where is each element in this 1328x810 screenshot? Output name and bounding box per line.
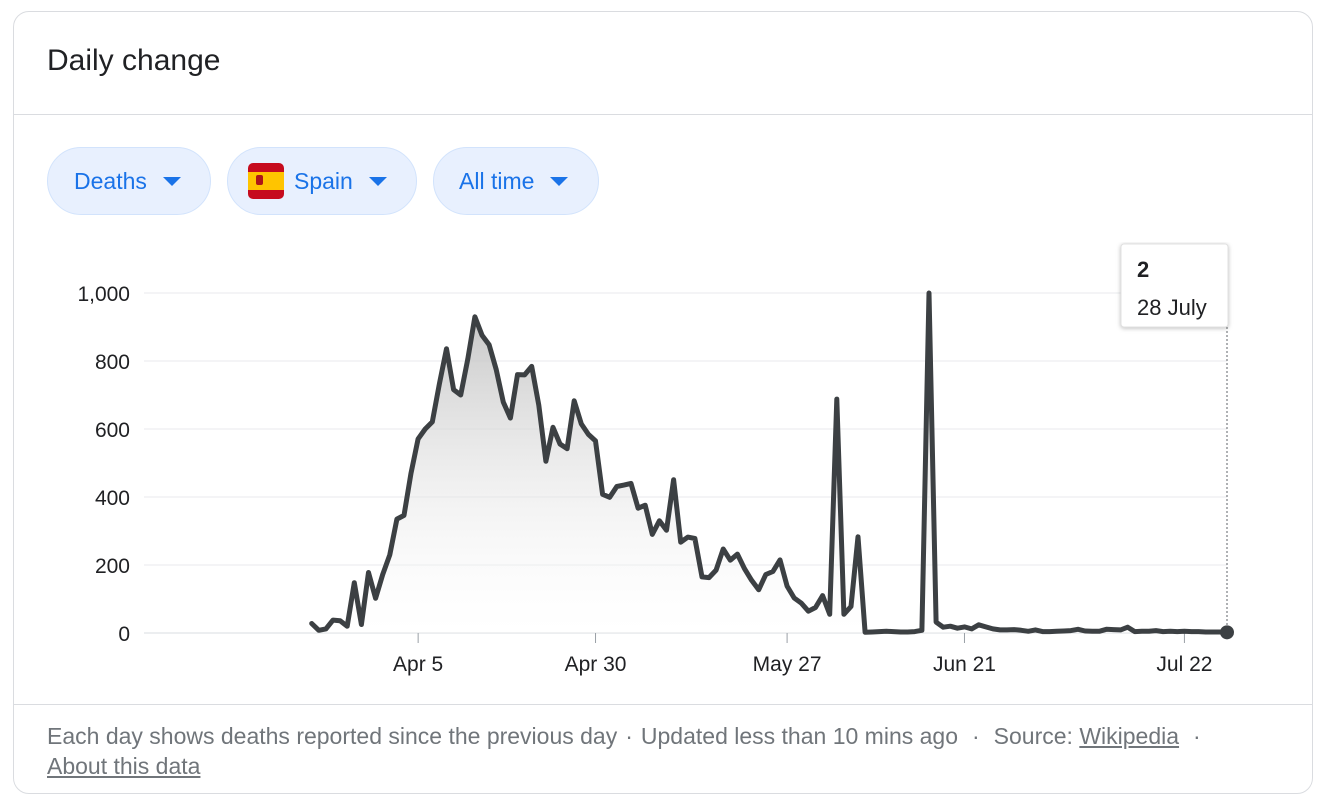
x-tick-label: May 27 [753,653,822,676]
tooltip-value: 2 [1137,257,1149,282]
about-this-data-link[interactable]: About this data [47,753,200,779]
tooltip: 2 28 July [1120,243,1229,328]
metric-dropdown[interactable]: Deaths [47,147,211,215]
y-tick-label: 0 [118,623,130,646]
tooltip-date: 28 July [1137,295,1207,320]
footer-text: Each day shows deaths reported since the… [47,721,1277,781]
footer-separator: · [972,723,980,749]
chart-area[interactable]: 0 200 400 600 800 1,000 Apr 5 Apr 30 May 27 Jun … [14,242,1313,702]
spain-flag-icon [248,163,284,199]
caret-down-icon [162,176,181,186]
hover-point[interactable] [1220,625,1234,640]
caret-down-icon [368,176,387,186]
x-tick-label: Apr 5 [393,653,443,676]
metric-dropdown-label: Deaths [74,167,147,194]
y-tick-label: 200 [95,555,130,578]
x-tick-label: Apr 30 [565,653,627,676]
country-dropdown[interactable]: Spain [227,147,417,215]
time-range-dropdown[interactable]: All time [433,147,599,215]
country-dropdown-label: Spain [294,167,353,194]
time-range-dropdown-label: All time [459,167,535,194]
footer-separator: · [1193,723,1201,749]
daily-deaths-chart[interactable]: 0 200 400 600 800 1,000 Apr 5 Apr 30 May 27 Jun … [14,242,1313,702]
y-tick-label: 1,000 [77,283,130,306]
footer-source-label: Source: [993,723,1073,749]
card-title: Daily change [47,44,221,77]
footer-description: Each day shows deaths reported since the… [47,723,618,749]
y-tick-label: 800 [95,351,130,374]
y-tick-label: 600 [95,419,130,442]
caret-down-icon [550,176,569,186]
card-footer: Each day shows deaths reported since the… [14,704,1312,793]
y-tick-label: 400 [95,487,130,510]
wikipedia-link[interactable]: Wikipedia [1079,723,1179,749]
footer-updated: Updated less than 10 mins ago [640,723,958,749]
x-tick-label: Jul 22 [1156,653,1212,676]
card-header: Daily change [14,12,1312,115]
x-axis: Apr 5 Apr 30 May 27 Jun 21 Jul 22 [393,633,1212,676]
x-tick-label: Jun 21 [933,653,996,676]
y-axis: 0 200 400 600 800 1,000 [77,283,130,646]
series-area [311,293,1227,633]
footer-separator: · [625,723,633,749]
daily-change-card: Daily change Deaths Spain All time 0 200… [13,11,1313,794]
